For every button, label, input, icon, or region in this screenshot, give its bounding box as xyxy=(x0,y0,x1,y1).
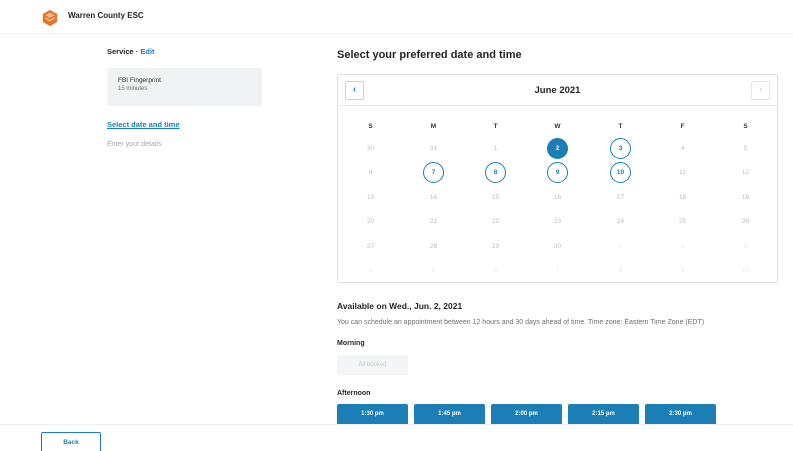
service-duration: 15 minutes xyxy=(118,86,148,92)
back-button[interactable]: Back xyxy=(41,432,101,451)
calendar-day: 18 xyxy=(678,194,687,201)
weekday-header: T xyxy=(493,123,498,130)
edit-service-link[interactable]: Edit xyxy=(140,47,154,56)
calendar-day: 19 xyxy=(741,194,750,201)
calendar-day: 13 xyxy=(366,194,375,201)
calendar-day: 1 xyxy=(493,145,498,152)
calendar-day: 10 xyxy=(741,267,750,274)
calendar-month: June 2021 xyxy=(534,85,581,96)
footer-divider xyxy=(0,424,793,425)
weekday-header: S xyxy=(368,123,373,130)
calendar-day: 2 xyxy=(680,243,685,250)
logo-icon xyxy=(42,9,58,27)
calendar-day: 30 xyxy=(366,145,375,152)
calendar-day: 8 xyxy=(618,267,623,274)
weekday-header: M xyxy=(430,123,437,130)
service-label: Service xyxy=(107,47,134,56)
calendar-day-available[interactable]: 3 xyxy=(610,138,631,159)
morning-all-booked: All booked xyxy=(337,355,408,375)
afternoon-label: Afternoon xyxy=(337,390,371,397)
calendar-day: 25 xyxy=(678,218,687,225)
calendar-day: 17 xyxy=(616,194,625,201)
calendar-day: 20 xyxy=(366,218,375,225)
calendar-day: 22 xyxy=(491,218,500,225)
time-slot-button[interactable]: 1:45 pm xyxy=(414,404,485,425)
calendar-day-available[interactable]: 10 xyxy=(610,162,631,183)
service-name: FBI Fingerprint xyxy=(118,77,161,84)
calendar-day: 6 xyxy=(493,267,498,274)
morning-label: Morning xyxy=(337,340,365,347)
time-slot-button[interactable]: 1:30 pm xyxy=(337,404,408,425)
calendar-day: 30 xyxy=(553,243,562,250)
calendar-header: ‹ June 2021 › xyxy=(338,75,777,106)
calendar-day-available[interactable]: 9 xyxy=(547,162,568,183)
calendar-day: 5 xyxy=(431,267,436,274)
weekday-header: W xyxy=(554,123,561,130)
calendar-day: 24 xyxy=(616,218,625,225)
weekday-header: S xyxy=(743,123,748,130)
calendar-day: 3 xyxy=(743,243,748,250)
step-select-date-time[interactable]: Select date and time xyxy=(107,120,263,129)
top-bar: Warren County ESC xyxy=(0,0,793,34)
sidebar: Service · Edit FBI Fingerprint 15 minute… xyxy=(107,47,263,148)
brand-name: Warren County ESC xyxy=(68,11,144,20)
weekday-header: F xyxy=(680,123,685,130)
calendar-day: 6 xyxy=(368,169,373,176)
calendar-day: 1 xyxy=(618,243,623,250)
calendar-day-available[interactable]: 8 xyxy=(485,162,506,183)
calendar-day: 16 xyxy=(553,194,562,201)
time-slot-button[interactable]: 2:15 pm xyxy=(568,404,639,425)
next-month-button[interactable]: › xyxy=(751,81,770,100)
calendar-day: 23 xyxy=(553,218,562,225)
calendar-day: 11 xyxy=(679,169,686,176)
calendar-day: 4 xyxy=(680,145,685,152)
calendar-day: 21 xyxy=(429,218,438,225)
calendar: ‹ June 2021 › S M T W T F S 30 31 1 2 3 4 5 6 7 8 9 10 11 12… xyxy=(337,74,778,283)
calendar-day: 4 xyxy=(368,267,373,274)
calendar-day: 7 xyxy=(555,267,560,274)
calendar-day-selected[interactable]: 2 xyxy=(547,138,568,159)
calendar-day: 14 xyxy=(429,194,438,201)
calendar-day: 31 xyxy=(429,145,438,152)
time-slot-button[interactable]: 2:30 pm xyxy=(645,404,716,425)
calendar-day: 29 xyxy=(491,243,500,250)
calendar-day: 26 xyxy=(741,218,750,225)
calendar-day: 12 xyxy=(741,169,750,176)
calendar-day: 28 xyxy=(429,243,438,250)
availability-title: Available on Wed., Jun. 2, 2021 xyxy=(337,301,463,311)
service-heading: Service · Edit xyxy=(107,47,263,59)
chevron-right-icon: › xyxy=(758,84,763,95)
calendar-day: 15 xyxy=(491,194,500,201)
calendar-day: 27 xyxy=(366,243,375,250)
page-title: Select your preferred date and time xyxy=(337,49,522,61)
weekday-header: T xyxy=(618,123,623,130)
calendar-day: 5 xyxy=(743,145,748,152)
step-enter-details: Enter your details xyxy=(107,141,162,148)
service-card: FBI Fingerprint 15 minutes xyxy=(107,68,262,106)
time-slot-button[interactable]: 2:00 pm xyxy=(491,404,562,425)
availability-note: You can schedule an appointment between … xyxy=(337,319,705,326)
calendar-day: 9 xyxy=(680,267,685,274)
calendar-day-available[interactable]: 7 xyxy=(423,162,444,183)
